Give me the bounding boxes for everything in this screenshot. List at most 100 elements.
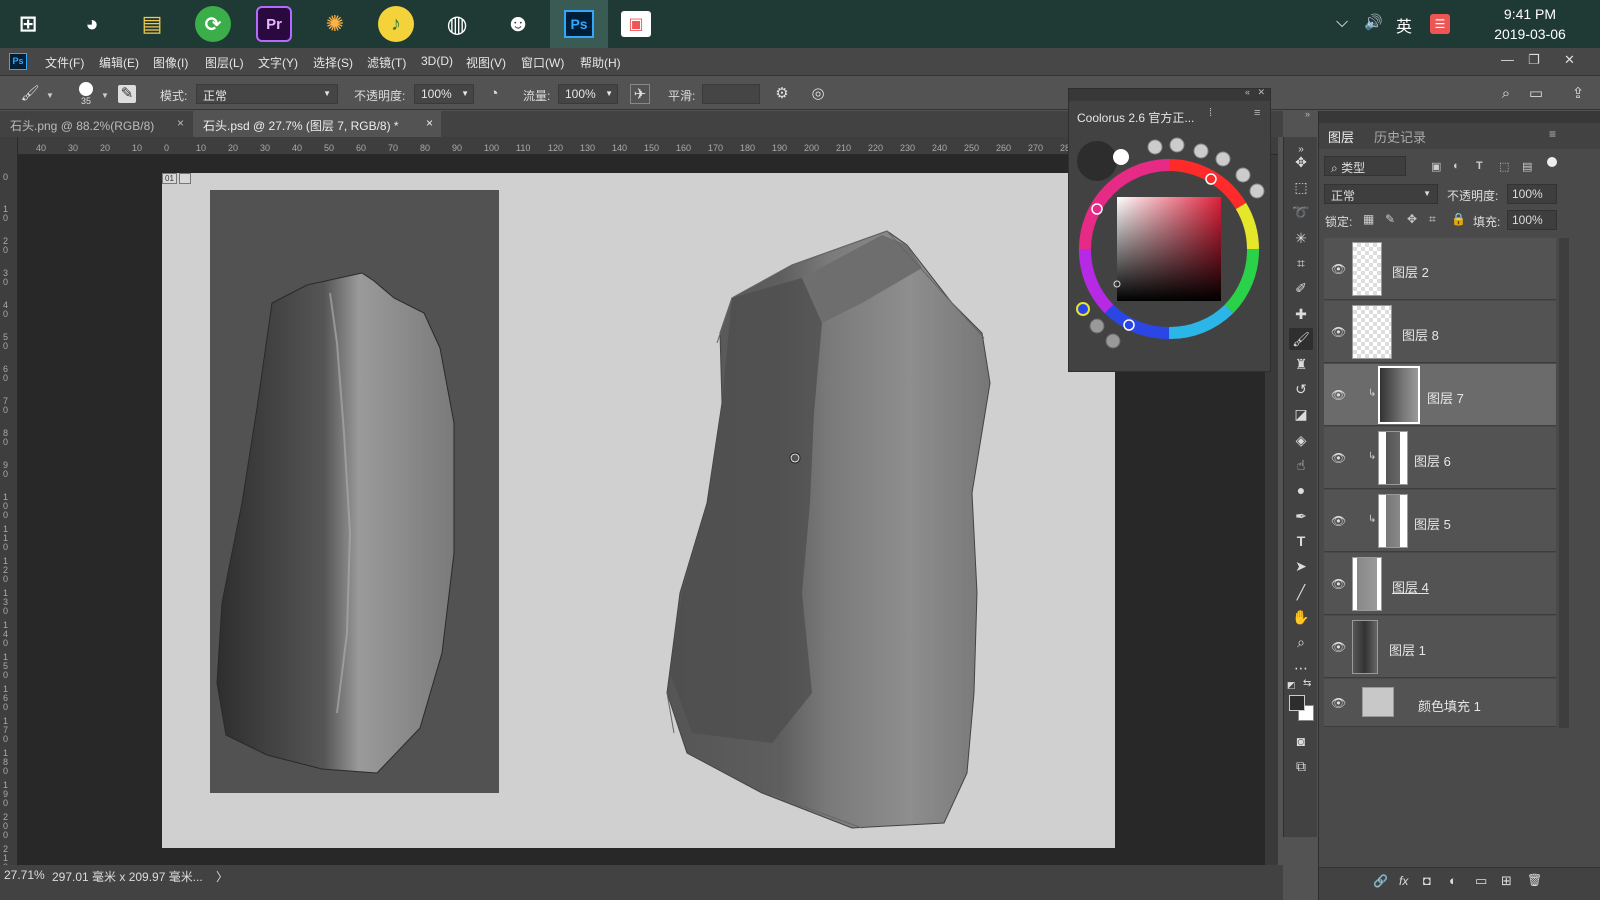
quick-mask-icon[interactable]: ◙ — [1289, 730, 1313, 752]
photoshop-taskbar-button[interactable]: Ps — [550, 0, 608, 48]
layer-name[interactable]: 图层 7 — [1427, 388, 1464, 407]
new-group-icon[interactable]: ▭ — [1475, 873, 1487, 889]
lock-position-icon[interactable]: ✥ — [1407, 212, 1417, 226]
input-method-indicator[interactable]: 英 — [1396, 13, 1412, 37]
qq-penguin-icon[interactable]: ☻ — [500, 6, 536, 42]
tab-stone-png[interactable]: 石头.png @ 88.2%(RGB/8) × — [0, 111, 192, 137]
dodge-tool-icon[interactable]: ● — [1289, 479, 1313, 501]
filter-smart-object-icon[interactable]: ▤ — [1522, 160, 1532, 173]
layer-row-1[interactable]: 👁 图层 1 — [1324, 616, 1556, 678]
brush-settings-panel-icon[interactable]: ✎ — [118, 85, 136, 103]
layer-name[interactable]: 图层 2 — [1392, 262, 1429, 281]
menu-file[interactable]: 文件(F) — [45, 54, 84, 71]
coolorus-title[interactable]: Coolorus 2.6 官方正... — [1077, 109, 1194, 126]
workspace-icon[interactable]: ▭ — [1526, 84, 1546, 104]
presentation-app-icon[interactable]: ▣ — [621, 11, 651, 37]
close-panel-icon[interactable]: ✕ — [1257, 87, 1265, 98]
tab-layers[interactable]: 图层 — [1328, 127, 1354, 146]
healing-brush-tool-icon[interactable]: ✚ — [1289, 303, 1313, 325]
eraser-tool-icon[interactable]: ◪ — [1289, 403, 1313, 425]
adjustment-layer-icon[interactable]: ◐ — [1449, 873, 1457, 888]
menu-image[interactable]: 图像(I) — [153, 54, 188, 71]
move-tool-icon[interactable]: ✥ — [1289, 151, 1313, 173]
tray-chevron-icon[interactable]: ⌵ — [1336, 14, 1348, 32]
status-menu-arrow-icon[interactable]: 〉 — [216, 868, 228, 885]
foreground-color-swatch[interactable] — [1289, 695, 1305, 711]
link-layers-icon[interactable]: 🔗 — [1373, 874, 1388, 888]
brush-tool-icon[interactable]: 🖌 — [1289, 328, 1313, 350]
layer-row-color-fill-1[interactable]: 👁 颜色填充 1 — [1324, 679, 1556, 727]
layer-filter-select[interactable]: ⌕ 类型 — [1324, 156, 1406, 176]
path-selection-tool-icon[interactable]: ➤ — [1289, 555, 1313, 577]
menu-edit[interactable]: 编辑(E) — [99, 54, 139, 71]
alarm-clock-icon[interactable]: ◕ — [74, 6, 110, 42]
layer-row-8[interactable]: 👁 图层 8 — [1324, 301, 1556, 363]
artboard[interactable]: 01 — [162, 173, 1115, 848]
layer-row-2[interactable]: 👁 图层 2 — [1324, 238, 1556, 300]
type-tool-icon[interactable]: T — [1289, 530, 1313, 552]
layer-style-icon[interactable]: fx — [1399, 874, 1408, 888]
refresh-app-icon[interactable]: ⟳ — [195, 6, 231, 42]
gear-icon[interactable]: ⚙ — [772, 84, 792, 104]
wechat-icon[interactable]: ◍ — [439, 6, 475, 42]
visibility-eye-icon[interactable]: 👁 — [1331, 696, 1346, 710]
close-icon[interactable]: × — [426, 116, 433, 130]
zoom-tool-icon[interactable]: ⌕ — [1289, 631, 1313, 653]
flow-input[interactable]: 100% ▼ — [558, 84, 618, 104]
lock-artboard-icon[interactable]: ⌗ — [1429, 212, 1436, 227]
music-app-icon[interactable]: ♪ — [378, 6, 414, 42]
visibility-eye-icon[interactable]: 👁 — [1331, 262, 1346, 276]
layer-row-5[interactable]: 👁 ↳ 图层 5 — [1324, 490, 1556, 552]
marquee-tool-icon[interactable]: ⬚ — [1289, 176, 1313, 198]
panel-menu-icon[interactable]: ≡ — [1549, 127, 1556, 141]
share-icon[interactable]: ⇪ — [1568, 84, 1588, 104]
new-layer-icon[interactable]: ⊞ — [1501, 873, 1512, 889]
layer-name[interactable]: 图层 5 — [1414, 514, 1451, 533]
menu-help[interactable]: 帮助(H) — [580, 54, 621, 71]
menu-view[interactable]: 视图(V) — [466, 54, 506, 71]
layer-name[interactable]: 颜色填充 1 — [1418, 696, 1481, 715]
history-brush-tool-icon[interactable]: ↺ — [1289, 378, 1313, 400]
close-icon[interactable]: × — [177, 116, 184, 130]
visibility-eye-icon[interactable]: 👁 — [1331, 640, 1346, 654]
minimize-button[interactable]: — — [1501, 52, 1514, 67]
default-colors-icon[interactable]: ◩ — [1287, 680, 1296, 691]
visibility-eye-icon[interactable]: 👁 — [1331, 388, 1346, 402]
smoothing-input[interactable] — [702, 84, 760, 104]
photoshop-logo-icon[interactable]: Ps — [9, 53, 27, 70]
blend-mode-select[interactable]: 正常 ▼ — [196, 84, 338, 104]
layer-blend-mode-select[interactable]: 正常 ▼ — [1324, 184, 1438, 204]
opacity-input[interactable]: 100% ▼ — [414, 84, 474, 104]
color-wheel[interactable] — [1069, 129, 1270, 373]
lasso-tool-icon[interactable]: ➰ — [1289, 201, 1313, 223]
search-icon[interactable]: ⌕ — [1496, 84, 1516, 104]
lock-all-icon[interactable]: 🔒 — [1451, 212, 1466, 226]
add-mask-icon[interactable]: ◘ — [1423, 873, 1431, 888]
filter-pixel-icon[interactable]: ▣ — [1431, 160, 1441, 173]
tray-app-icon[interactable]: ☰ — [1430, 14, 1450, 34]
folder-icon[interactable]: ▤ — [134, 6, 170, 42]
collapse-panel-icon[interactable]: » — [1305, 109, 1310, 119]
tab-stone-psd[interactable]: 石头.psd @ 27.7% (图层 7, RGB/8) * × — [193, 111, 441, 137]
preset-dropdown-chevron-icon[interactable]: ▼ — [46, 91, 54, 100]
layer-row-7[interactable]: 👁 ↳ 图层 7 — [1324, 364, 1556, 426]
screen-mode-icon[interactable]: ⧉ — [1289, 755, 1313, 777]
layers-scrollbar[interactable] — [1559, 238, 1569, 728]
layer-name[interactable]: 图层 8 — [1402, 325, 1439, 344]
menu-3d[interactable]: 3D(D) — [421, 54, 453, 68]
filter-shape-icon[interactable]: ⬚ — [1499, 160, 1509, 173]
eyedropper-tool-icon[interactable]: ✐ — [1289, 277, 1313, 299]
visibility-eye-icon[interactable]: 👁 — [1331, 325, 1346, 339]
filter-adjustment-icon[interactable]: ◐ — [1453, 160, 1460, 172]
lock-image-icon[interactable]: ✎ — [1385, 212, 1395, 226]
windows-start-icon[interactable]: ⊞ — [10, 6, 46, 42]
menu-select[interactable]: 选择(S) — [313, 54, 353, 71]
clone-stamp-tool-icon[interactable]: ♜ — [1289, 353, 1313, 375]
menu-type[interactable]: 文字(Y) — [258, 54, 298, 71]
pressure-opacity-icon[interactable]: ◔ — [484, 84, 504, 104]
swap-colors-icon[interactable]: ⇆ — [1303, 678, 1311, 689]
pen-tool-icon[interactable]: ✒ — [1289, 505, 1313, 527]
layer-name[interactable]: 图层 4 — [1392, 577, 1429, 596]
brush-size-picker[interactable]: 35 — [77, 82, 95, 108]
panel-menu-icon[interactable]: ≡ — [1254, 107, 1260, 119]
